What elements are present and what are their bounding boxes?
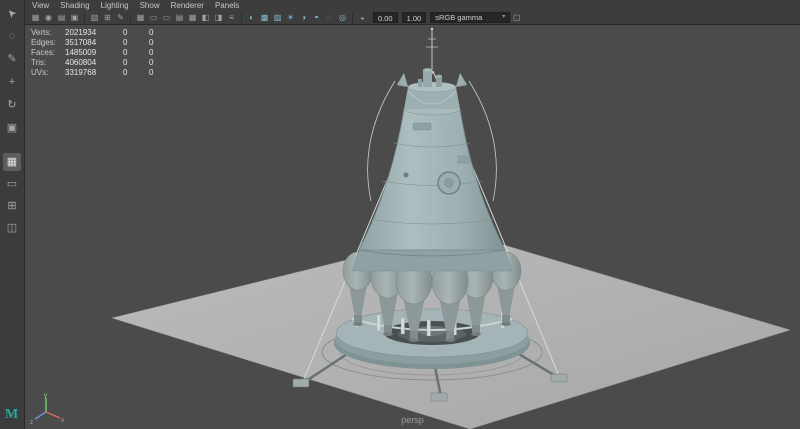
menu-lighting[interactable]: Lighting bbox=[101, 1, 129, 10]
view-transform-select[interactable]: sRGB gamma ▾ bbox=[430, 12, 510, 23]
image-plane-icon[interactable]: ▧ bbox=[88, 11, 101, 24]
film-gate-icon[interactable]: ▭ bbox=[147, 11, 160, 24]
resolution-gate-icon[interactable]: ▭ bbox=[160, 11, 173, 24]
hud-value: 0 bbox=[123, 48, 149, 58]
panel-toolbar-icons: ▦◉▤▣▧⊞✎▦▭▭▤▦◧◨≡◐▩▨☀◑◓◌◎◒ bbox=[29, 11, 369, 24]
safe-title-icon[interactable]: ◨ bbox=[212, 11, 225, 24]
axis-y-label: y bbox=[44, 393, 47, 399]
gate-mask-icon[interactable]: ▤ bbox=[173, 11, 186, 24]
maya-viewport-window: ➤◌✎+↻▣ ▦▭⊞◫ View Shading Lighting Show R… bbox=[0, 0, 800, 429]
hud-value: 0 bbox=[149, 68, 171, 78]
isolate-select-icon[interactable]: ▢ bbox=[510, 11, 523, 24]
viewport-canvas[interactable] bbox=[25, 25, 800, 429]
four-pane-layout-icon[interactable]: ⊞ bbox=[3, 197, 21, 215]
lasso-tool-icon[interactable]: ◌ bbox=[3, 27, 21, 45]
exposure-icon[interactable]: ◒ bbox=[356, 11, 369, 24]
gamma-field[interactable]: 1.00 bbox=[402, 12, 427, 23]
current-tool-icon[interactable]: ▦ bbox=[3, 153, 21, 171]
motion-blur-icon[interactable]: ◌ bbox=[323, 11, 336, 24]
textured-icon[interactable]: ▨ bbox=[271, 11, 284, 24]
axis-z-label: z bbox=[30, 420, 33, 426]
toolbar-separator bbox=[130, 13, 131, 23]
select-tool-icon[interactable]: ➤ bbox=[0, 0, 25, 25]
hud-icon[interactable]: ≡ bbox=[225, 11, 238, 24]
lock-camera-icon[interactable]: ◉ bbox=[42, 11, 55, 24]
shadows-icon[interactable]: ◑ bbox=[297, 11, 310, 24]
hud-value: 0 bbox=[123, 28, 149, 38]
xray-icon[interactable]: ◐ bbox=[245, 11, 258, 24]
panel-toolbar-icons-right: ▢ bbox=[510, 11, 523, 24]
base-platform bbox=[334, 309, 530, 369]
maya-logo-icon: M bbox=[5, 407, 18, 423]
hud-row: Edges: 3517084 0 0 bbox=[31, 38, 171, 48]
tool-box-layouts: ▦ ▭ ⊞ ◫ bbox=[0, 153, 24, 237]
panel-toolbar: ▦◉▤▣▧⊞✎▦▭▭▤▦◧◨≡◐▩▨☀◑◓◌◎◒ 0.00 1.00 sRGB … bbox=[25, 11, 800, 25]
menu-panels[interactable]: Panels bbox=[215, 1, 239, 10]
hud-value: 3517084 bbox=[65, 38, 123, 48]
viewport[interactable]: Verts: 2021934 0 0 Edges: 3517084 0 0 Fa… bbox=[25, 25, 800, 429]
hud-value: 0 bbox=[149, 58, 171, 68]
hud-value: 1485009 bbox=[65, 48, 123, 58]
grease-pencil-icon[interactable]: ✎ bbox=[114, 11, 127, 24]
hud-value: 2021934 bbox=[65, 28, 123, 38]
hud-label: Verts: bbox=[31, 28, 65, 38]
view-axis-gizmo[interactable]: x y z bbox=[28, 391, 68, 427]
panel-menu-bar: View Shading Lighting Show Renderer Pane… bbox=[25, 0, 800, 11]
hud-row: Faces: 1485009 0 0 bbox=[31, 48, 171, 58]
single-pane-layout-icon[interactable]: ▭ bbox=[3, 175, 21, 193]
bookmark-icon[interactable]: ▣ bbox=[68, 11, 81, 24]
menu-renderer[interactable]: Renderer bbox=[171, 1, 204, 10]
heads-up-display: Verts: 2021934 0 0 Edges: 3517084 0 0 Fa… bbox=[31, 28, 171, 78]
select-camera-icon[interactable]: ▦ bbox=[29, 11, 42, 24]
hud-value: 0 bbox=[123, 58, 149, 68]
view-transform-value: sRGB gamma bbox=[435, 12, 482, 23]
menu-view[interactable]: View bbox=[32, 1, 49, 10]
move-tool-icon[interactable]: + bbox=[3, 73, 21, 91]
hud-value: 0 bbox=[149, 38, 171, 48]
camera-name-label: persp bbox=[25, 415, 800, 425]
hatch bbox=[438, 172, 460, 194]
rotate-tool-icon[interactable]: ↻ bbox=[3, 96, 21, 114]
toolbar-separator bbox=[352, 13, 353, 23]
hud-value: 0 bbox=[149, 28, 171, 38]
hud-value: 3319768 bbox=[65, 68, 123, 78]
hud-row: Tris: 4060804 0 0 bbox=[31, 58, 171, 68]
hud-label: UVs: bbox=[31, 68, 65, 78]
body-cone bbox=[359, 109, 505, 256]
wireframe-on-shaded-icon[interactable]: ▩ bbox=[258, 11, 271, 24]
hud-label: Tris: bbox=[31, 58, 65, 68]
tool-box-spacer bbox=[0, 137, 24, 153]
camera-attributes-icon[interactable]: ▤ bbox=[55, 11, 68, 24]
field-chart-icon[interactable]: ▦ bbox=[186, 11, 199, 24]
two-d-pan-zoom-icon[interactable]: ⊞ bbox=[101, 11, 114, 24]
toolbar-separator bbox=[241, 13, 242, 23]
hud-value: 0 bbox=[149, 48, 171, 58]
grid-icon[interactable]: ▦ bbox=[134, 11, 147, 24]
hud-label: Faces: bbox=[31, 48, 65, 58]
screen-space-ao-icon[interactable]: ◓ bbox=[310, 11, 323, 24]
hud-value: 0 bbox=[123, 68, 149, 78]
chevron-down-icon: ▾ bbox=[502, 12, 505, 23]
hud-row: Verts: 2021934 0 0 bbox=[31, 28, 171, 38]
exposure-field[interactable]: 0.00 bbox=[373, 12, 398, 23]
menu-show[interactable]: Show bbox=[140, 1, 160, 10]
antenna-mast bbox=[418, 28, 442, 87]
hud-row: UVs: 3319768 0 0 bbox=[31, 68, 171, 78]
tool-box: ➤ ◌ ✎ + ↻ ▣ ▦ ▭ ⊞ ◫ bbox=[0, 0, 25, 429]
scale-tool-icon[interactable]: ▣ bbox=[3, 119, 21, 137]
hud-value: 4060804 bbox=[65, 58, 123, 68]
anti-alias-icon[interactable]: ◎ bbox=[336, 11, 349, 24]
tool-box-tools: ➤ ◌ ✎ + ↻ ▣ bbox=[0, 0, 24, 137]
paint-select-tool-icon[interactable]: ✎ bbox=[3, 50, 21, 68]
use-all-lights-icon[interactable]: ☀ bbox=[284, 11, 297, 24]
persp-outliner-layout-icon[interactable]: ◫ bbox=[3, 219, 21, 237]
toolbar-separator bbox=[84, 13, 85, 23]
hud-value: 0 bbox=[123, 38, 149, 48]
menu-shading[interactable]: Shading bbox=[60, 1, 89, 10]
axis-x-label: x bbox=[61, 418, 64, 424]
hud-label: Edges: bbox=[31, 38, 65, 48]
safe-action-icon[interactable]: ◧ bbox=[199, 11, 212, 24]
